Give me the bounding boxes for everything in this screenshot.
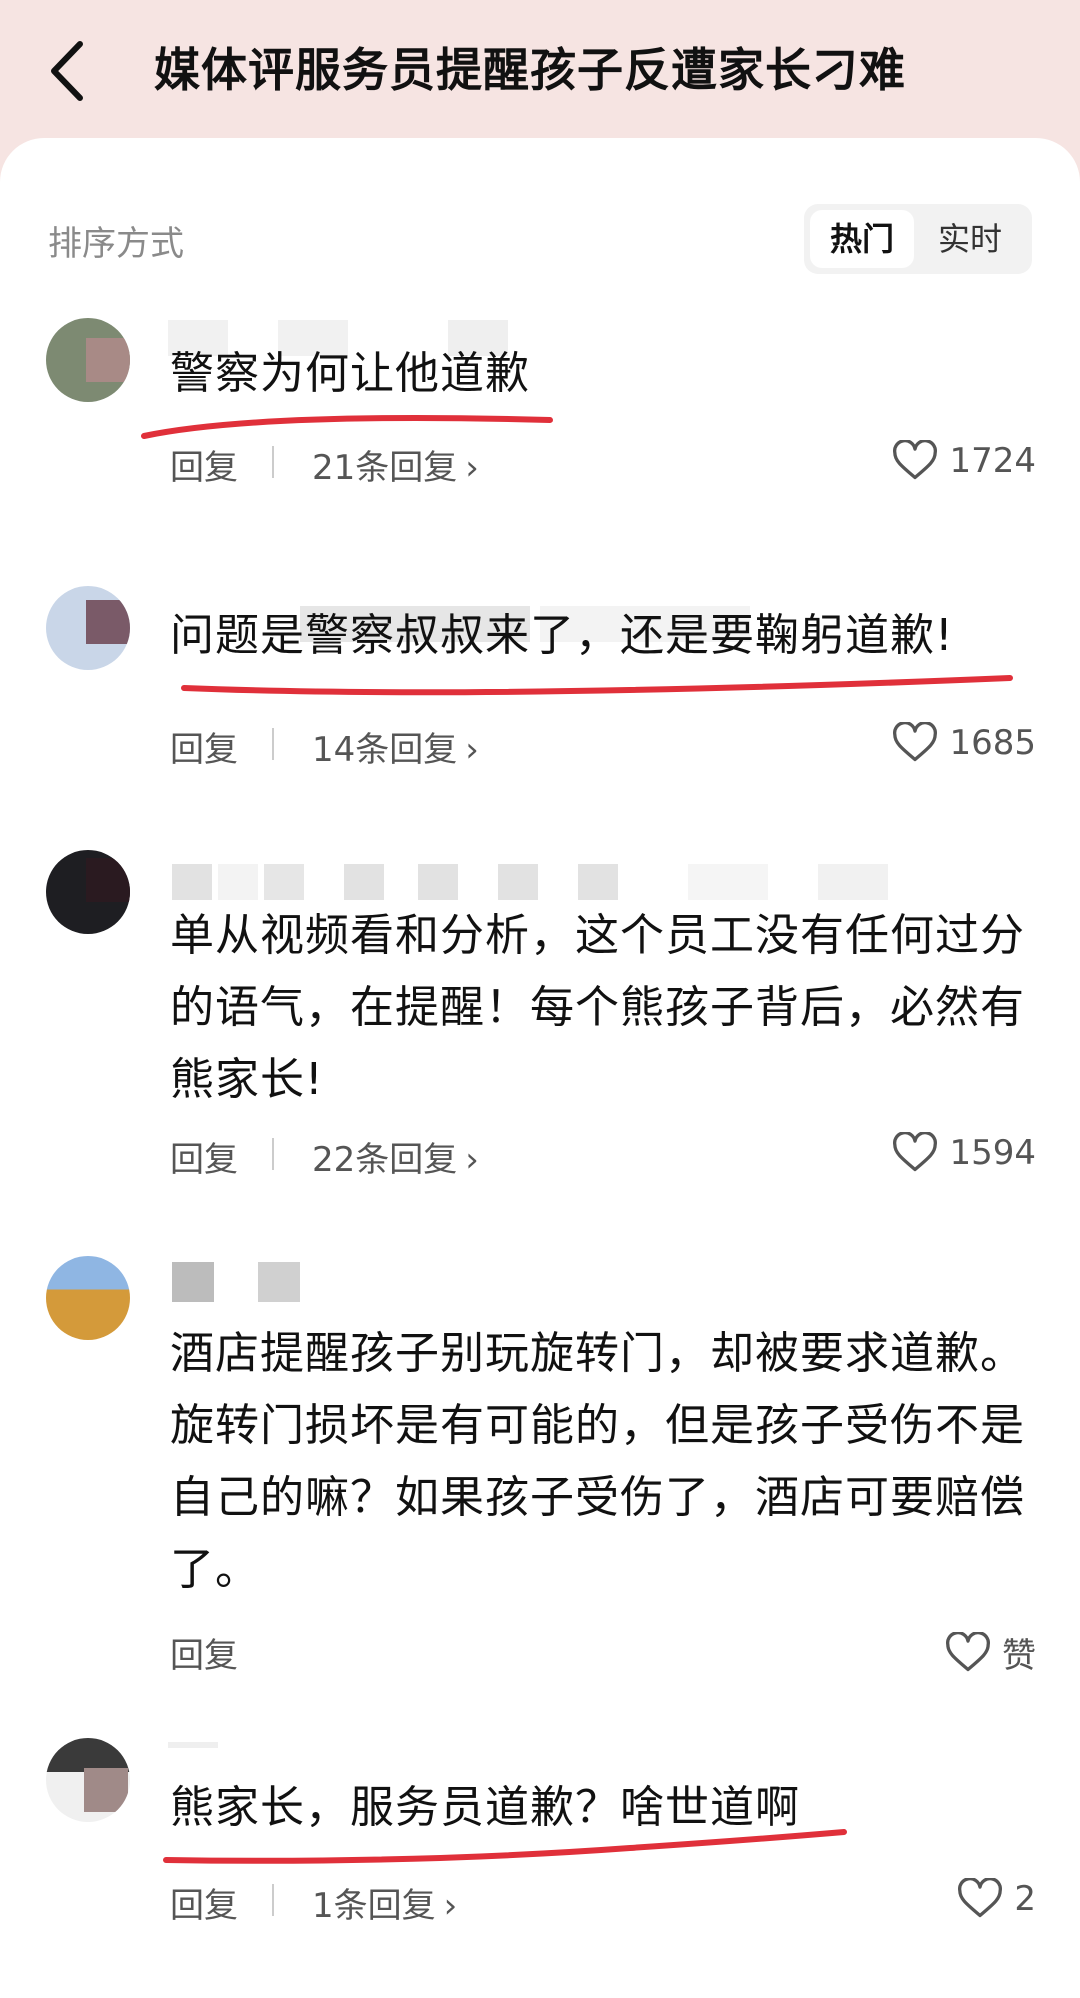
sort-toggle: 热门 实时 — [804, 204, 1032, 274]
comment-text: 警察为何让他道歉 — [170, 348, 530, 399]
chevron-right-icon: › — [465, 448, 479, 488]
sort-label: 排序方式 — [48, 224, 184, 264]
like-button[interactable]: 1685 — [893, 722, 1036, 764]
underline-mark — [141, 415, 553, 439]
comment-item: 问题是警察叔叔来了，还是要鞠躬道歉! 回复 14条回复 › 1685 — [0, 586, 1080, 846]
comment-item: 警察为何让他道歉 回复 21条回复 › 1724 — [0, 318, 1080, 578]
comment-text: 问题是警察叔叔来了，还是要鞠躬道歉! — [170, 610, 954, 661]
replies-count: 21条回复 — [312, 448, 458, 488]
like-count: 赞 — [1002, 1636, 1036, 1676]
divider — [272, 446, 274, 478]
divider — [272, 728, 274, 760]
chevron-right-icon: › — [443, 1886, 458, 1926]
comment-actions: 回复 22条回复 › 1594 — [170, 1132, 1036, 1182]
like-button[interactable]: 2 — [958, 1878, 1036, 1920]
divider — [272, 1884, 274, 1916]
reply-button[interactable]: 回复 — [170, 1878, 238, 1927]
comments-sheet: 排序方式 热门 实时 警察为何让他道歉 回复 21条回复 › 1724 问题是警… — [0, 138, 1080, 1998]
view-replies-link[interactable]: 1条回复 › — [312, 1878, 457, 1927]
comment-item: 单从视频看和分析，这个员工没有任何过分的语气，在提醒！每个熊孩子背后，必然有熊家… — [0, 850, 1080, 1300]
heart-icon — [946, 1631, 990, 1671]
view-replies-link[interactable]: 22条回复 › — [312, 1132, 479, 1181]
top-bar: 媒体评服务员提醒孩子反遭家长刁难 — [0, 0, 1080, 140]
avatar[interactable] — [46, 586, 130, 670]
heart-icon — [893, 440, 938, 480]
sort-option-hot[interactable]: 热门 — [810, 210, 914, 268]
comment-actions: 回复 14条回复 › 1685 — [170, 722, 1036, 772]
comment-actions: 回复 1条回复 › 2 — [170, 1878, 1036, 1928]
back-button[interactable] — [44, 36, 94, 106]
avatar[interactable] — [46, 1738, 130, 1822]
view-replies-link[interactable]: 14条回复 › — [312, 722, 479, 771]
chevron-right-icon: › — [465, 1140, 479, 1180]
reply-button[interactable]: 回复 — [170, 722, 238, 771]
heart-icon — [893, 1132, 938, 1172]
avatar[interactable] — [46, 318, 130, 402]
like-count: 2 — [1014, 1879, 1036, 1919]
reply-button[interactable]: 回复 — [170, 1132, 238, 1181]
reply-button[interactable]: 回复 — [170, 440, 238, 489]
heart-icon — [958, 1878, 1003, 1918]
chevron-right-icon: › — [465, 730, 479, 770]
replies-count: 22条回复 — [312, 1140, 458, 1180]
reply-button[interactable]: 回复 — [170, 1628, 238, 1677]
like-button[interactable]: 1594 — [893, 1132, 1036, 1174]
comment-text: 单从视频看和分析，这个员工没有任何过分的语气，在提醒！每个熊孩子背后，必然有熊家… — [170, 910, 1025, 1105]
underline-mark — [163, 1829, 847, 1864]
like-count: 1724 — [949, 441, 1036, 481]
like-button[interactable]: 赞 — [946, 1628, 1036, 1677]
comment-text: 酒店提醒孩子别玩旋转门，却被要求道歉。旋转门损坏是有可能的，但是孩子受伤不是自己… — [170, 1328, 1025, 1595]
sort-option-latest[interactable]: 实时 — [918, 210, 1022, 268]
page-title: 媒体评服务员提醒孩子反遭家长刁难 — [154, 43, 906, 97]
like-count: 1594 — [949, 1133, 1036, 1173]
comment-actions: 回复 21条回复 › 1724 — [170, 440, 1036, 490]
divider — [272, 1138, 274, 1170]
comment-item: 酒店提醒孩子别玩旋转门，却被要求道歉。旋转门损坏是有可能的，但是孩子受伤不是自己… — [0, 1256, 1080, 1756]
replies-count: 14条回复 — [312, 730, 458, 770]
like-button[interactable]: 1724 — [893, 440, 1036, 482]
like-count: 1685 — [949, 723, 1036, 763]
view-replies-link[interactable]: 21条回复 › — [312, 440, 479, 489]
comment-actions: 回复 赞 — [170, 1628, 1036, 1678]
comment-item: 熊家长，服务员道歉？啥世道啊 回复 1条回复 › 2 — [0, 1738, 1080, 1978]
avatar[interactable] — [46, 850, 130, 934]
heart-icon — [893, 722, 938, 762]
chevron-left-icon — [51, 41, 83, 101]
avatar[interactable] — [46, 1256, 130, 1340]
underline-mark — [181, 675, 1013, 696]
replies-count: 1条回复 — [312, 1886, 436, 1926]
